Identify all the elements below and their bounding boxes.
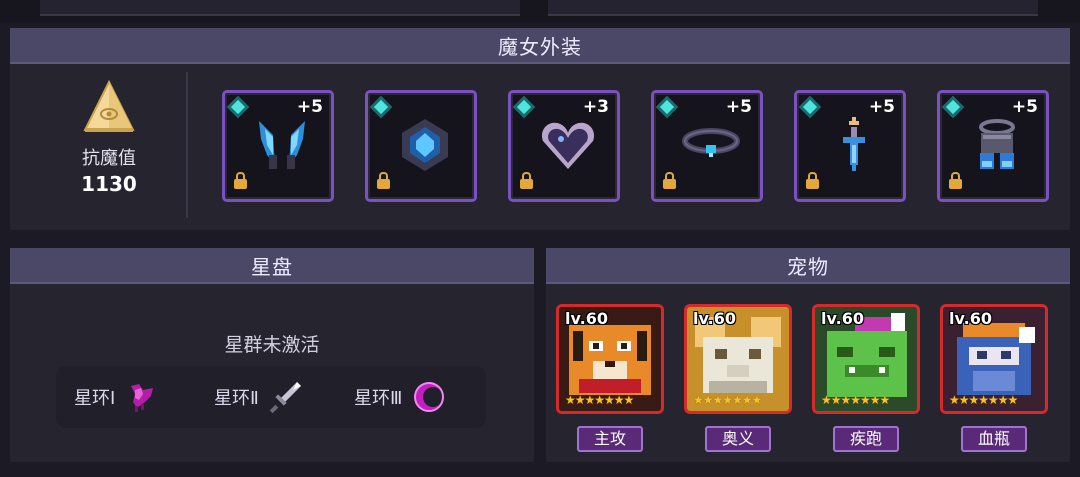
ring-1[interactable]: 星环Ⅰ [74,380,159,414]
pet-card[interactable]: lv.60 ★★★★★★★ [940,304,1048,414]
boots-icon [979,119,1015,169]
resist-value: 1130 [81,172,137,196]
lock-icon [234,172,247,189]
outfit-slot-boots[interactable]: +5 [937,90,1049,202]
star-status: 星群未激活 [224,334,320,356]
pet-slot-2[interactable]: lv.60 ★★★★★★★ 奥义 [684,304,792,452]
enhance-level: +5 [868,97,895,117]
lock-icon [663,172,676,189]
enhance-level: +5 [725,97,752,117]
pet-slot-3[interactable]: lv.60 ★★★★★★★ 疾跑 [812,304,920,452]
lock-icon [520,172,533,189]
pet-role-tag[interactable]: 奥义 [705,426,771,452]
pyramid-icon [83,79,135,132]
top-tab-right[interactable] [548,0,1038,16]
enhance-level: +3 [582,97,609,117]
outfit-panel: 魔女外装 抗魔值 1130 +5 +3 +5 +5 +5 [10,28,1070,230]
gem-icon [659,99,675,115]
lock-icon [806,172,819,189]
star-rating: ★★★★★★★ [693,393,762,407]
gem-icon [802,99,818,115]
gem-icon [945,99,961,115]
bird-icon [131,384,154,412]
outfit-slot-pendant[interactable]: +5 [794,90,906,202]
ring-3[interactable]: 星环Ⅲ [354,380,446,414]
enhance-level: +5 [1011,97,1038,117]
star-disc-header: 星盘 [10,248,534,284]
pet-level: lv.60 [949,309,992,328]
pets-header: 宠物 [546,248,1070,284]
horns-icon [259,121,305,169]
pets-panel: 宠物 lv.60 ★★★★★★★ 主攻 lv.60 ★★★★★★★ 奥义 lv.… [546,248,1070,462]
pet-slot-1[interactable]: lv.60 ★★★★★★★ 主攻 [556,304,664,452]
heart-icon [541,122,595,169]
pet-role-tag[interactable]: 血瓶 [961,426,1027,452]
outfit-slot-heart[interactable]: +3 [508,90,620,202]
ring-label: 星环Ⅲ [354,388,403,409]
gem-icon [516,99,532,115]
enhance-level: +5 [296,97,323,117]
pet-role-tag[interactable]: 主攻 [577,426,643,452]
pet-level: lv.60 [565,309,608,328]
star-disc-panel: 星盘 星群未激活 星环Ⅰ 星环Ⅱ 星环Ⅲ [10,248,534,462]
star-rating: ★★★★★★★ [949,393,1018,407]
gem-icon [373,99,389,115]
outfit-slot-amulet[interactable] [365,90,477,202]
ring-2[interactable]: 星环Ⅱ [214,380,303,414]
pet-level: lv.60 [693,309,736,328]
outfit-slot-collar[interactable]: +5 [651,90,763,202]
amulet-icon [402,119,448,171]
pet-card[interactable]: lv.60 ★★★★★★★ [812,304,920,414]
pet-card[interactable]: lv.60 ★★★★★★★ [684,304,792,414]
ring-label: 星环Ⅰ [74,388,116,409]
star-rating: ★★★★★★★ [821,393,890,407]
gem-icon [230,99,246,115]
resist-stat: 抗魔值 1130 [50,79,168,196]
resist-label: 抗魔值 [82,148,136,169]
top-strip [0,0,1080,22]
outfit-header: 魔女外装 [10,28,1070,64]
outfit-slot-horns[interactable]: +5 [222,90,334,202]
divider [186,72,188,218]
top-tab-left[interactable] [40,0,520,16]
pet-role-tag[interactable]: 疾跑 [833,426,899,452]
lock-icon [949,172,962,189]
pet-level: lv.60 [821,309,864,328]
ring-row: 星环Ⅰ 星环Ⅱ 星环Ⅲ [56,366,486,428]
sword-pendant-icon [843,117,865,171]
pet-slot-4[interactable]: lv.60 ★★★★★★★ 血瓶 [940,304,1048,452]
ring-label: 星环Ⅱ [214,388,259,409]
pet-card[interactable]: lv.60 ★★★★★★★ [556,304,664,414]
collar-icon [682,128,740,157]
lock-icon [377,172,390,189]
crescent-icon [414,382,445,412]
star-rating: ★★★★★★★ [565,393,634,407]
sword-icon [269,382,301,414]
